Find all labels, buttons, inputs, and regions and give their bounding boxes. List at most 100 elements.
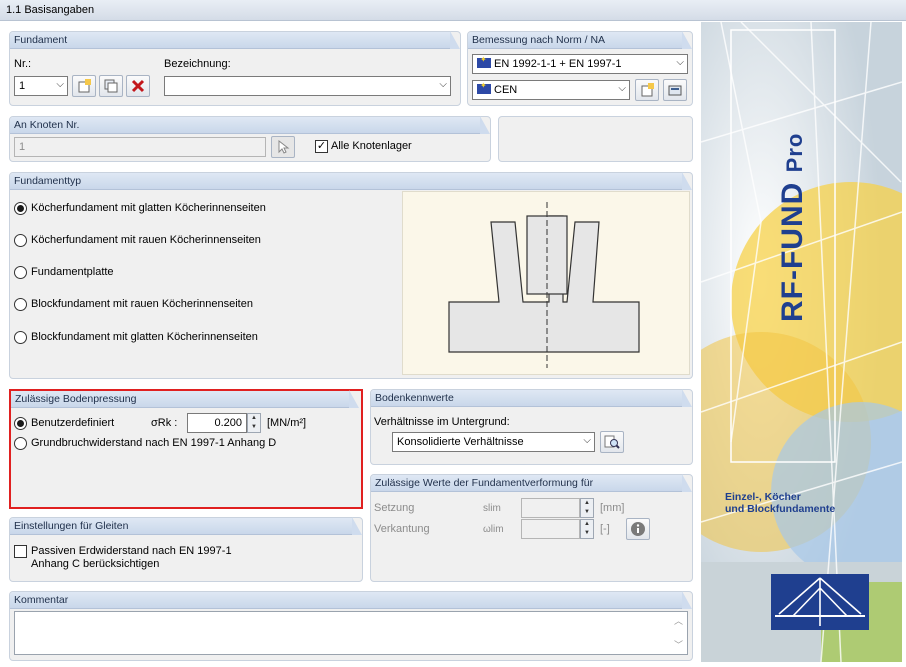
brand-desc-line2: und Blockfundamente: [725, 503, 836, 515]
knoten-header: An Knoten Nr.: [10, 116, 490, 134]
verkantung-label: Verkantung: [374, 523, 430, 535]
typ-label-0: Köcherfundament mit glatten Köcherinnens…: [31, 202, 266, 214]
bodenpressung-panel: Zulässige Bodenpressung Benutzerdefinier…: [9, 389, 363, 509]
bezeichnung-combo[interactable]: ⌵: [164, 76, 451, 96]
sigma-unit: [MN/m²]: [267, 417, 307, 429]
brand-name: RF-FUND: [776, 181, 809, 322]
bodenkennwerte-header: Bodenkennwerte: [371, 389, 692, 407]
nr-value: 1: [19, 80, 26, 92]
kommentar-header: Kommentar: [10, 591, 692, 609]
setzung-symbol: slim: [483, 503, 501, 514]
typ-label-1: Köcherfundament mit rauen Köcherinnensei…: [31, 234, 261, 246]
brand-suffix: Pro: [782, 132, 807, 173]
magnifier-icon: [604, 435, 620, 449]
verformung-panel: Zulässige Werte der Fundamentverformung …: [370, 474, 693, 582]
eu-flag-icon: [477, 55, 491, 68]
verkantung-symbol: ωlim: [483, 524, 504, 535]
typ-radio-4[interactable]: [14, 331, 27, 344]
standard-combo[interactable]: EN 1992-1-1 + EN 1997-1 ⌵: [472, 54, 688, 74]
eu-flag-icon: [477, 81, 491, 94]
edit-icon: [668, 85, 682, 96]
fundamenttyp-panel: Fundamenttyp Köcherfundament mit glatten…: [9, 172, 693, 379]
chevron-down-icon: ⌵: [583, 435, 591, 446]
verkantung-spinner[interactable]: ▲ ▼: [580, 519, 594, 539]
verformung-header: Zulässige Werte der Fundamentverformung …: [371, 474, 692, 492]
setzung-spinner[interactable]: ▲ ▼: [580, 498, 594, 518]
typ-label-2: Fundamentplatte: [31, 266, 114, 278]
grundbruch-label: Grundbruchwiderstand nach EN 1997-1 Anha…: [31, 437, 277, 449]
new-foundation-button[interactable]: [72, 75, 96, 97]
fundament-header: Fundament: [10, 31, 460, 49]
knoten-panel: An Knoten Nr. 1 ✓ Alle Knotenlager: [9, 116, 491, 162]
passiv-checkbox[interactable]: [14, 545, 27, 558]
edit-annex-button[interactable]: [663, 79, 687, 101]
setzung-unit: [mm]: [600, 502, 625, 514]
verkantung-input[interactable]: [521, 519, 580, 539]
delete-icon: [131, 79, 145, 93]
standard-value: EN 1992-1-1 + EN 1997-1: [494, 58, 622, 70]
sigma-spinner[interactable]: ▲ ▼: [247, 413, 261, 433]
brand-desc-line1: Einzel-, Köcher: [725, 491, 801, 503]
typ-label-3: Blockfundament mit rauen Köcherinnenseit…: [31, 298, 253, 310]
bezeichnung-label: Bezeichnung:: [164, 58, 231, 70]
untergrund-value: Konsolidierte Verhältnisse: [397, 436, 524, 448]
passiv-label-line1: Passiven Erdwiderstand nach EN 1997-1: [31, 545, 232, 557]
new-annex-button[interactable]: [635, 79, 659, 101]
window-title: 1.1 Basisangaben: [0, 0, 906, 21]
nr-combo[interactable]: 1 ⌵: [14, 76, 68, 96]
chevron-down-icon: ⌵: [676, 57, 684, 68]
kommentar-panel: Kommentar ︿ ﹀: [9, 591, 693, 661]
brand-description: Einzel-, Köcher und Blockfundamente: [725, 491, 835, 515]
bodenkennwerte-panel: Bodenkennwerte Verhältnisse im Untergrun…: [370, 389, 693, 465]
typ-radio-1[interactable]: [14, 234, 27, 247]
alle-knotenlager-label: Alle Knotenlager: [331, 140, 412, 152]
untergrund-label: Verhältnisse im Untergrund:: [374, 416, 510, 428]
gleiten-panel: Einstellungen für Gleiten Passiven Erdwi…: [9, 517, 363, 582]
copy-icon: [104, 79, 118, 93]
delete-foundation-button[interactable]: [126, 75, 150, 97]
norm-header: Bemessung nach Norm / NA: [468, 31, 692, 49]
pick-node-button[interactable]: [271, 136, 295, 158]
bodenpressung-header: Zulässige Bodenpressung: [11, 390, 359, 408]
typ-radio-3[interactable]: [14, 298, 27, 311]
benutzerdefiniert-radio[interactable]: [14, 417, 27, 430]
setzung-input[interactable]: [521, 498, 580, 518]
untergrund-details-button[interactable]: [600, 431, 624, 453]
dlubal-logo: [771, 574, 869, 630]
gleiten-header: Einstellungen für Gleiten: [10, 517, 362, 535]
kommentar-scroll-up[interactable]: ︿: [674, 614, 683, 627]
typ-radio-2[interactable]: [14, 266, 27, 279]
new-icon: [641, 83, 654, 97]
chevron-down-icon: ⌵: [618, 83, 626, 94]
alle-knotenlager-checkbox[interactable]: ✓: [315, 140, 328, 153]
knoten-input[interactable]: 1: [14, 137, 266, 157]
info-panel: [498, 116, 693, 162]
passiv-label-line2: Anhang C berücksichtigen: [31, 558, 160, 570]
typ-radio-0[interactable]: [14, 202, 27, 215]
foundation-diagram: [402, 191, 690, 375]
cursor-icon: [278, 140, 290, 154]
untergrund-combo[interactable]: Konsolidierte Verhältnisse ⌵: [392, 432, 595, 452]
fundament-panel: Fundament Nr.: 1 ⌵ Bezeichnung: ⌵: [9, 31, 461, 106]
benutzerdefiniert-label: Benutzerdefiniert: [31, 417, 115, 429]
brand-sidebar: RF-FUND Pro Einzel-, Köcher und Blockfun…: [701, 22, 902, 662]
nr-label: Nr.:: [14, 58, 32, 70]
copy-foundation-button[interactable]: [99, 75, 123, 97]
new-icon: [78, 79, 91, 93]
kommentar-scroll-down[interactable]: ﹀: [674, 638, 683, 651]
setzung-label: Setzung: [374, 502, 415, 514]
kommentar-textarea[interactable]: [14, 611, 688, 655]
sigma-label: σRk :: [151, 417, 178, 429]
norm-panel: Bemessung nach Norm / NA EN 1992-1-1 + E…: [467, 31, 693, 106]
chevron-down-icon: ⌵: [56, 79, 64, 90]
fundamenttyp-header: Fundamenttyp: [10, 172, 692, 190]
info-icon: [631, 522, 645, 536]
brand-title: RF-FUND Pro: [776, 133, 810, 322]
typ-label-4: Blockfundament mit glatten Köcherinnense…: [31, 331, 258, 343]
grundbruch-radio[interactable]: [14, 437, 27, 450]
bridge-logo-icon: [775, 577, 865, 626]
sigma-input[interactable]: 0.200: [187, 413, 247, 433]
annex-combo[interactable]: CEN ⌵: [472, 80, 630, 100]
info-button[interactable]: [626, 518, 650, 540]
chevron-down-icon: ⌵: [439, 79, 447, 90]
